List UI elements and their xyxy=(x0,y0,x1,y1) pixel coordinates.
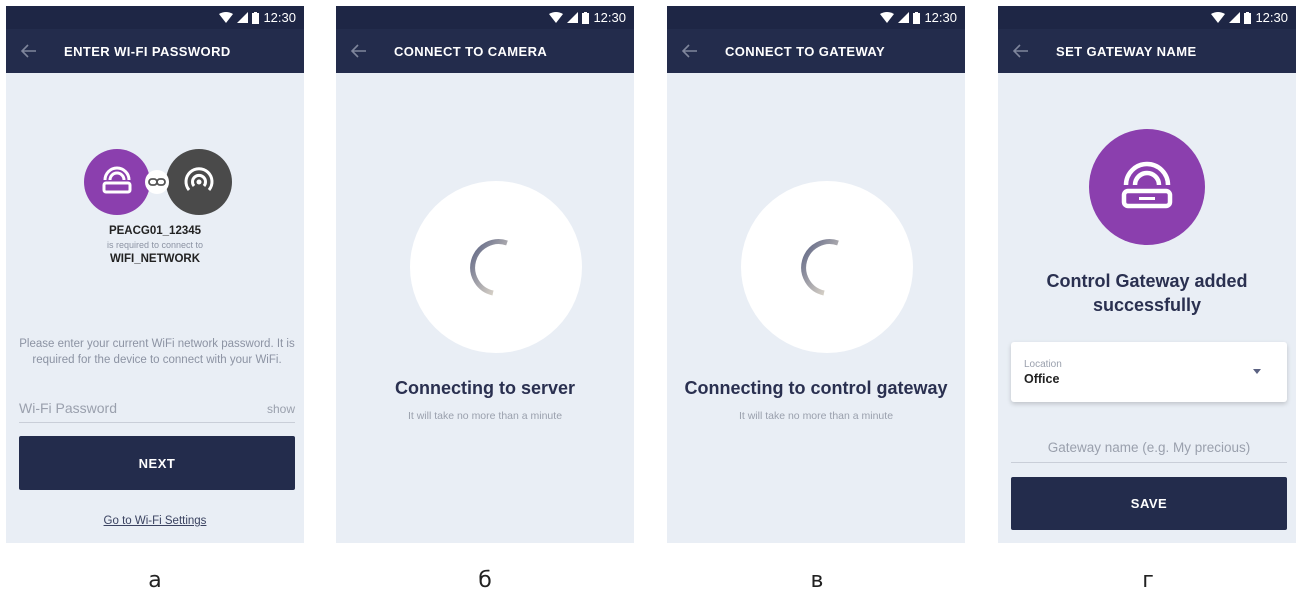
spinner-icon xyxy=(801,239,839,296)
camera-icon xyxy=(184,167,214,191)
wifi-password-input[interactable]: Wi-Fi Password xyxy=(19,400,117,416)
battery-icon xyxy=(582,11,590,24)
app-bar: SET GATEWAY NAME xyxy=(998,29,1296,73)
network-name: WIFI_NETWORK xyxy=(109,253,201,265)
caption-d: г xyxy=(1142,568,1154,593)
back-arrow-icon xyxy=(682,44,697,58)
back-arrow-icon xyxy=(351,44,366,58)
location-dropdown[interactable]: Location Office xyxy=(1011,342,1287,402)
page-title: CONNECT TO GATEWAY xyxy=(725,43,886,59)
status-time: 12:30 xyxy=(593,10,626,25)
gateway-icon xyxy=(1121,161,1173,209)
connecting-subtext: It will take no more than a minute xyxy=(738,410,894,422)
app-bar: CONNECT TO GATEWAY xyxy=(667,29,965,73)
wifi-settings-link[interactable]: Go to Wi-Fi Settings xyxy=(6,511,304,529)
back-button[interactable] xyxy=(998,29,1044,73)
gateway-name-field[interactable]: Gateway name (e.g. My precious) xyxy=(1011,436,1287,463)
camera-device-circle xyxy=(166,149,232,215)
screen-enter-wifi-password: 12:30 ENTER WI-FI PASSWORD PEACG01_12345… xyxy=(6,6,304,543)
spinner-circle xyxy=(741,181,913,353)
next-button[interactable]: NEXT xyxy=(19,436,295,490)
gateway-name-input[interactable]: Gateway name (e.g. My precious) xyxy=(1011,440,1287,455)
connecting-heading: Connecting to server xyxy=(394,378,576,398)
gateway-icon xyxy=(102,166,132,194)
screen-connect-to-gateway: 12:30 CONNECT TO GATEWAY Connecting to c… xyxy=(667,6,965,543)
required-text: is required to connect to xyxy=(106,240,204,250)
link-icon xyxy=(148,178,166,186)
page-title: ENTER WI-FI PASSWORD xyxy=(64,43,231,59)
wifi-settings-link-label[interactable]: Go to Wi-Fi Settings xyxy=(104,515,207,527)
battery-icon xyxy=(913,11,921,24)
back-button[interactable] xyxy=(336,29,382,73)
caption-c: в xyxy=(810,568,824,593)
spinner-icon xyxy=(470,239,508,296)
caption-a: а xyxy=(148,568,162,593)
caption-b: б xyxy=(478,568,492,593)
cell-signal-icon xyxy=(1229,12,1241,23)
status-time: 12:30 xyxy=(1255,10,1288,25)
cell-signal-icon xyxy=(898,12,910,23)
show-password-toggle[interactable]: show xyxy=(267,402,295,416)
spinner-circle xyxy=(410,181,582,353)
battery-icon xyxy=(1244,11,1252,24)
save-button[interactable]: SAVE xyxy=(1011,477,1287,530)
app-bar: ENTER WI-FI PASSWORD xyxy=(6,29,304,73)
wifi-password-field[interactable]: Wi-Fi Password show xyxy=(19,398,295,423)
page-title: SET GATEWAY NAME xyxy=(1056,43,1197,59)
cell-signal-icon xyxy=(567,12,579,23)
cell-signal-icon xyxy=(237,12,249,23)
status-bar: 12:30 xyxy=(998,6,1296,29)
screen-set-gateway-name: 12:30 SET GATEWAY NAME Control Gateway a… xyxy=(998,6,1296,543)
wifi-signal-icon xyxy=(880,12,895,23)
location-value: Office xyxy=(1024,372,1060,386)
back-button[interactable] xyxy=(6,29,52,73)
link-badge xyxy=(145,170,169,194)
success-message: Control Gateway added successfully xyxy=(1046,271,1248,315)
status-time: 12:30 xyxy=(924,10,957,25)
status-bar: 12:30 xyxy=(6,6,304,29)
gateway-device-circle xyxy=(1089,129,1205,245)
instructions-text: Please enter your current WiFi network p… xyxy=(19,338,295,366)
wifi-signal-icon xyxy=(549,12,564,23)
screen-connect-to-camera: 12:30 CONNECT TO CAMERA Connecting to se… xyxy=(336,6,634,543)
location-label: Location xyxy=(1024,359,1062,370)
device-name: PEACG01_12345 xyxy=(108,225,202,237)
back-arrow-icon xyxy=(1013,44,1028,58)
status-bar: 12:30 xyxy=(336,6,634,29)
back-arrow-icon xyxy=(21,44,36,58)
wifi-signal-icon xyxy=(219,12,234,23)
app-bar: CONNECT TO CAMERA xyxy=(336,29,634,73)
battery-icon xyxy=(252,11,260,24)
wifi-signal-icon xyxy=(1211,12,1226,23)
dropdown-arrow-icon xyxy=(1253,369,1261,374)
gateway-device-circle xyxy=(84,149,150,215)
status-bar: 12:30 xyxy=(667,6,965,29)
page-title: CONNECT TO CAMERA xyxy=(394,43,548,59)
connecting-heading: Connecting to control gateway xyxy=(684,378,948,398)
back-button[interactable] xyxy=(667,29,713,73)
connecting-subtext: It will take no more than a minute xyxy=(407,410,563,422)
status-time: 12:30 xyxy=(263,10,296,25)
